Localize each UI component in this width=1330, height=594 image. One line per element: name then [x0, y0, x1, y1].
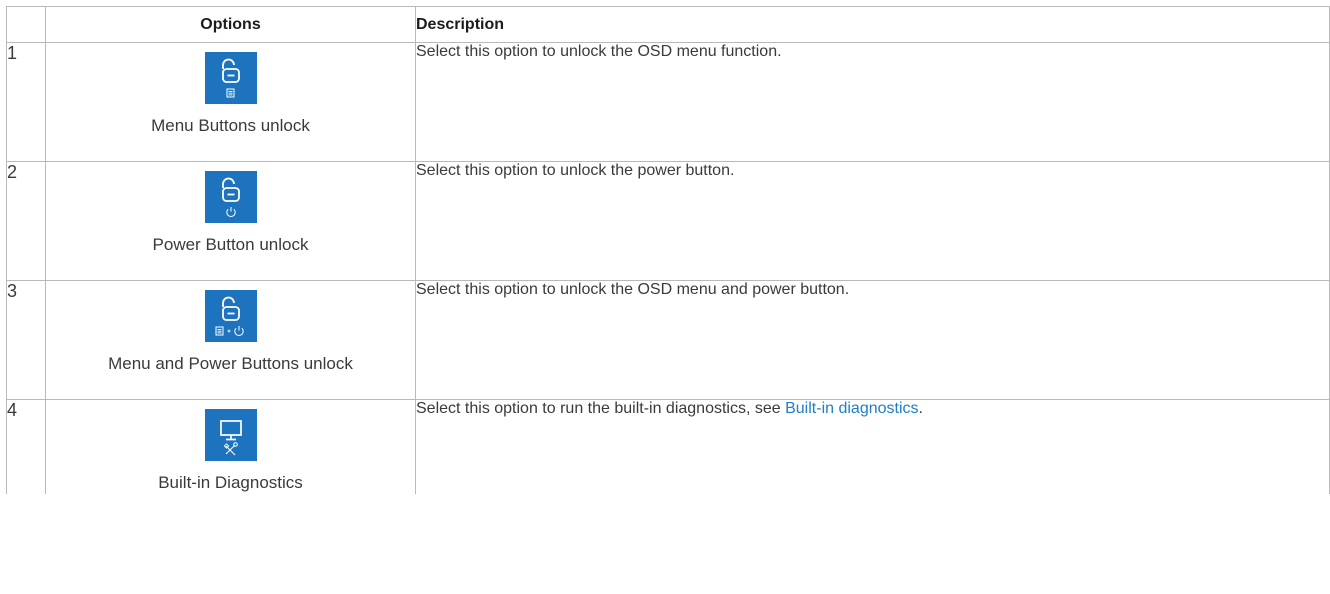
option-cell: Built-in Diagnostics [45, 399, 416, 494]
description-cell: Select this option to unlock the OSD men… [415, 280, 1330, 400]
table-row: 2 Power Button unlock Select this option… [6, 161, 1330, 281]
description-text: Select this option to run the built-in d… [416, 400, 786, 417]
header-description: Description [415, 6, 1330, 43]
row-number: 1 [6, 42, 46, 162]
option-label: Power Button unlock [152, 235, 309, 254]
row-number: 3 [6, 280, 46, 400]
option-label: Menu and Power Buttons unlock [108, 354, 353, 373]
monitor-tools-icon [204, 409, 257, 461]
description-text: Select this option to unlock the power b… [416, 162, 735, 179]
description-cell: Select this option to unlock the power b… [415, 161, 1330, 281]
description-cell: Select this option to unlock the OSD men… [415, 42, 1330, 162]
row-number: 2 [6, 161, 46, 281]
table-row: 4 Built-in Diagnostics Select this optio… [6, 399, 1330, 494]
options-table: Options Description 1 Menu Buttons unloc… [6, 6, 1330, 494]
table-row: 3 Menu and Power Buttons unlock Select t… [6, 280, 1330, 400]
option-label: Menu Buttons unlock [151, 116, 310, 135]
row-number: 4 [6, 399, 46, 494]
table-header-row: Options Description [6, 6, 1330, 43]
option-cell: Menu and Power Buttons unlock [45, 280, 416, 400]
option-cell: Menu Buttons unlock [45, 42, 416, 162]
description-trailing: . [918, 400, 923, 417]
description-text: Select this option to unlock the OSD men… [416, 43, 782, 60]
description-cell: Select this option to run the built-in d… [415, 399, 1330, 494]
option-label: Built-in Diagnostics [158, 473, 303, 492]
unlock-menu-icon [204, 52, 257, 104]
table-row: 1 Menu Buttons unlock Select this option [6, 42, 1330, 162]
unlock-power-icon [204, 171, 257, 223]
option-cell: Power Button unlock [45, 161, 416, 281]
built-in-diagnostics-link[interactable]: Built-in diagnostics [785, 400, 918, 417]
header-options: Options [45, 6, 416, 43]
description-text: Select this option to unlock the OSD men… [416, 281, 850, 298]
header-number [6, 6, 46, 43]
unlock-menu-power-icon [204, 290, 257, 342]
